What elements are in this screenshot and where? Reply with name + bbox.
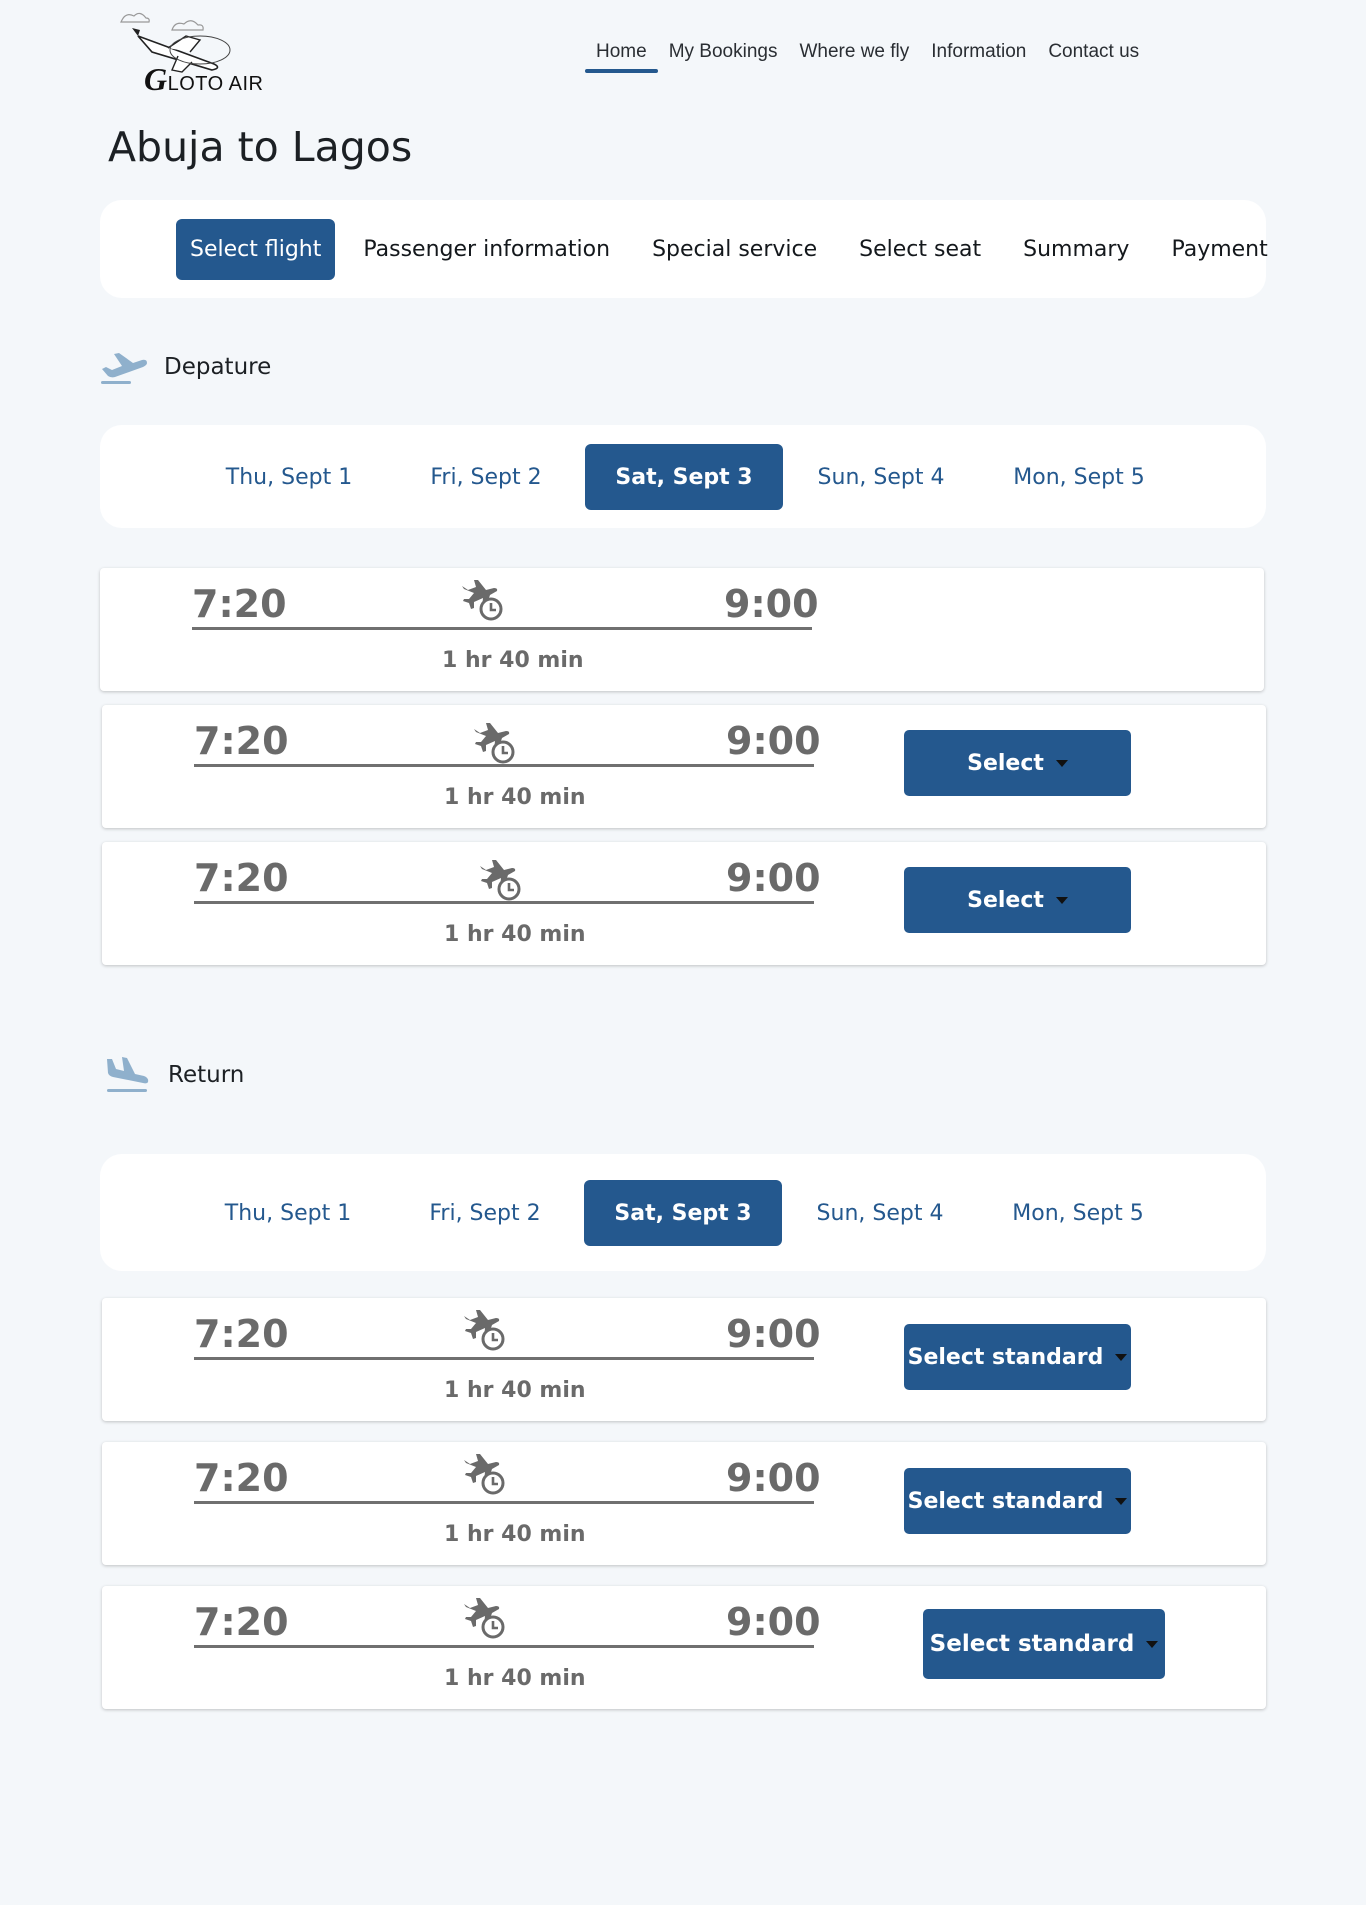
select-standard-label: Select standard: [907, 1488, 1104, 1514]
step-select-flight[interactable]: Select flight: [176, 218, 336, 280]
departure-date-fri[interactable]: Fri, Sept 2: [387, 444, 585, 510]
brand-logo-g: G: [144, 61, 168, 97]
step-passenger-information[interactable]: Passenger information: [349, 219, 624, 280]
step-select-seat[interactable]: Select seat: [845, 219, 995, 280]
step-special-service[interactable]: Special service: [638, 219, 831, 280]
flight-timeline: [194, 1501, 814, 1504]
arrival-time: 9:00: [726, 1456, 821, 1500]
caret-down-icon: [1146, 1640, 1159, 1648]
arrival-time: 9:00: [726, 1600, 821, 1644]
departure-time: 7:20: [194, 1456, 289, 1500]
flight-duration: 1 hr 40 min: [444, 922, 586, 947]
arrival-time: 9:00: [726, 856, 821, 900]
return-date-sun[interactable]: Sun, Sept 4: [781, 1180, 979, 1246]
departure-flight-card[interactable]: 7:20 9:00 1 hr 40 min: [100, 568, 1264, 691]
departure-time: 7:20: [192, 582, 287, 626]
return-date-sat[interactable]: Sat, Sept 3: [584, 1180, 782, 1246]
plane-clock-icon: [464, 1310, 505, 1351]
return-flight-card[interactable]: 7:20 9:00 1 hr 40 min Select standard: [102, 1586, 1266, 1709]
brand-logo[interactable]: GLOTO AIR: [118, 6, 278, 98]
flight-timeline: [194, 764, 814, 767]
plane-clock-icon: [480, 860, 521, 901]
departure-date-tabs: Thu, Sept 1 Fri, Sept 2 Sat, Sept 3 Sun,…: [100, 425, 1266, 528]
return-flight-card[interactable]: 7:20 9:00 1 hr 40 min Select standard: [102, 1298, 1266, 1421]
nav-where-we-fly[interactable]: Where we fly: [788, 38, 920, 73]
departure-flight-card[interactable]: 7:20 9:00 1 hr 40 min Select: [102, 842, 1266, 965]
select-standard-button[interactable]: Select standard: [904, 1468, 1131, 1534]
departure-date-sat[interactable]: Sat, Sept 3: [585, 444, 783, 510]
plane-takeoff-icon: [101, 353, 147, 384]
select-flight-button[interactable]: Select: [904, 867, 1131, 933]
arrival-time: 9:00: [726, 1312, 821, 1356]
flight-timeline: [194, 901, 814, 904]
nav-contact-us[interactable]: Contact us: [1037, 38, 1150, 73]
plane-clock-icon: [464, 1598, 505, 1639]
brand-wordmark: GLOTO AIR: [144, 61, 264, 98]
select-standard-label: Select standard: [929, 1631, 1135, 1657]
departure-time: 7:20: [194, 1312, 289, 1356]
plane-clock-icon: [462, 580, 503, 621]
top-navigation: Home My Bookings Where we fly Informatio…: [585, 38, 1150, 73]
page-title: Abuja to Lagos: [108, 123, 413, 171]
return-date-mon[interactable]: Mon, Sept 5: [979, 1180, 1177, 1246]
brand-logo-rest: LOTO AIR: [167, 73, 264, 95]
departure-date-sun[interactable]: Sun, Sept 4: [782, 444, 980, 510]
booking-stepper: Select flight Passenger information Spec…: [100, 200, 1268, 298]
step-summary[interactable]: Summary: [1009, 219, 1143, 280]
return-date-tabs: Thu, Sept 1 Fri, Sept 2 Sat, Sept 3 Sun,…: [100, 1154, 1266, 1271]
flight-duration: 1 hr 40 min: [442, 648, 584, 673]
nav-my-bookings[interactable]: My Bookings: [658, 38, 789, 73]
departure-time: 7:20: [194, 1600, 289, 1644]
caret-down-icon: [1115, 1353, 1128, 1361]
plane-clock-icon: [464, 1454, 505, 1495]
arrival-time: 9:00: [724, 582, 819, 626]
caret-down-icon: [1055, 896, 1068, 904]
nav-information[interactable]: Information: [920, 38, 1037, 73]
departure-label: Depature: [164, 354, 272, 380]
select-standard-button[interactable]: Select standard: [923, 1609, 1165, 1679]
departure-date-mon[interactable]: Mon, Sept 5: [980, 444, 1178, 510]
return-date-thu[interactable]: Thu, Sept 1: [189, 1180, 387, 1246]
departure-time: 7:20: [194, 856, 289, 900]
flight-duration: 1 hr 40 min: [444, 785, 586, 810]
arrival-time: 9:00: [726, 719, 821, 763]
select-button-label: Select: [967, 887, 1044, 913]
departure-flight-card[interactable]: 7:20 9:00 1 hr 40 min Select: [102, 705, 1266, 828]
caret-down-icon: [1115, 1497, 1128, 1505]
select-standard-button[interactable]: Select standard: [904, 1324, 1131, 1390]
step-payment[interactable]: Payment: [1157, 219, 1281, 280]
departure-time: 7:20: [194, 719, 289, 763]
departure-date-thu[interactable]: Thu, Sept 1: [190, 444, 388, 510]
return-flight-card[interactable]: 7:20 9:00 1 hr 40 min Select standard: [102, 1442, 1266, 1565]
return-date-fri[interactable]: Fri, Sept 2: [386, 1180, 584, 1246]
nav-home[interactable]: Home: [585, 38, 658, 73]
departure-section-header: Depature: [100, 347, 271, 387]
return-section-header: Return: [104, 1055, 244, 1095]
flight-duration: 1 hr 40 min: [444, 1666, 586, 1691]
flight-timeline: [194, 1645, 814, 1648]
flight-timeline: [192, 627, 812, 630]
flight-timeline: [194, 1357, 814, 1360]
select-button-label: Select: [967, 750, 1044, 776]
select-standard-label: Select standard: [907, 1344, 1104, 1370]
return-label: Return: [168, 1062, 245, 1088]
plane-clock-icon: [474, 723, 515, 764]
select-flight-button[interactable]: Select: [904, 730, 1131, 796]
flight-duration: 1 hr 40 min: [444, 1378, 586, 1403]
plane-landing-icon: [107, 1057, 149, 1092]
flight-duration: 1 hr 40 min: [444, 1522, 586, 1547]
caret-down-icon: [1055, 759, 1068, 767]
